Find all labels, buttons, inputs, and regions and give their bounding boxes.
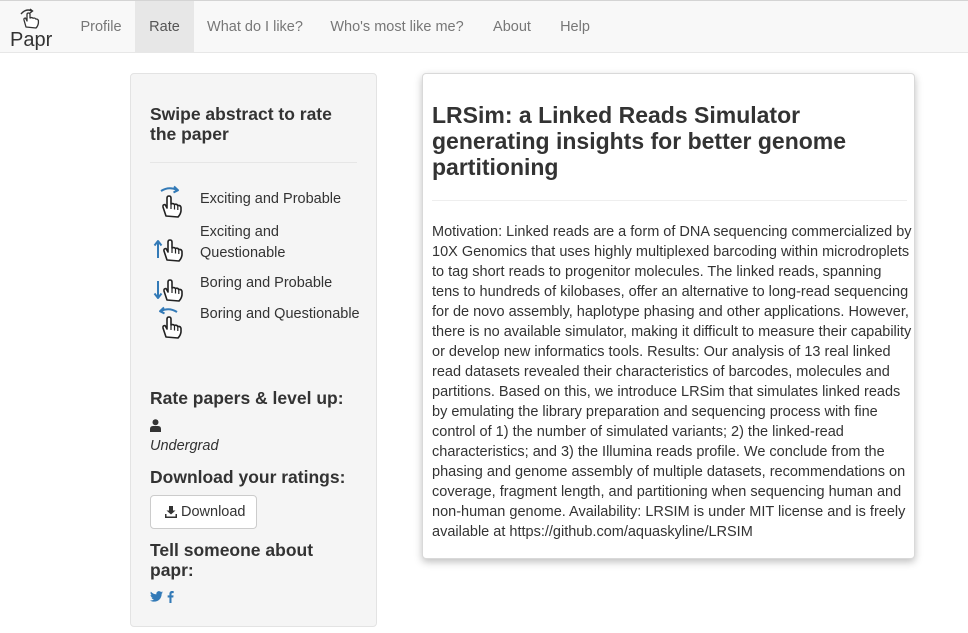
top-navbar: Papr Profile Rate What do I like? Who's …	[0, 0, 968, 53]
legend-boring-questionable: Boring and Questionable	[150, 304, 360, 346]
swipe-left-icon	[159, 306, 182, 339]
download-icon	[165, 506, 177, 518]
paper-title: LRSim: a Linked Reads Simulator generati…	[432, 102, 847, 180]
nav-help[interactable]: Help	[546, 1, 604, 53]
swipe-right-icon	[160, 185, 182, 218]
hand-swipe-icon	[20, 8, 40, 29]
legend-label: Exciting and Questionable	[200, 224, 286, 261]
legend-label: Boring and Probable	[200, 275, 333, 291]
download-heading: Download your ratings:	[150, 467, 346, 487]
sidebar-divider	[150, 162, 357, 163]
brand-name: Papr	[10, 29, 53, 51]
level-heading: Rate papers & level up:	[150, 388, 344, 408]
twitter-icon[interactable]	[150, 591, 163, 602]
rating-sidebar: Swipe abstract to rate the paper Excitin…	[130, 73, 377, 627]
paper-card[interactable]: LRSim: a Linked Reads Simulator generati…	[422, 73, 915, 559]
share-heading: Tell someone about papr:	[150, 540, 314, 580]
user-icon	[150, 419, 161, 432]
nav-rate[interactable]: Rate	[135, 1, 194, 53]
legend-exciting-probable: Exciting and Probable	[150, 185, 360, 219]
swipe-down-icon	[153, 279, 183, 302]
legend-label: Exciting and Probable	[200, 191, 342, 207]
nav-whos-most-like-me[interactable]: Who's most like me?	[316, 1, 478, 53]
nav-profile[interactable]: Profile	[66, 1, 136, 53]
paper-abstract: Motivation: Linked reads are a form of D…	[432, 224, 912, 540]
sidebar-title: Swipe abstract to rate the paper	[150, 104, 332, 144]
legend-exciting-questionable: Exciting and Questionable	[150, 222, 360, 264]
legend-label: Boring and Questionable	[200, 306, 360, 322]
brand-link[interactable]: Papr	[10, 7, 56, 51]
nav-what-do-i-like[interactable]: What do I like?	[194, 1, 316, 53]
legend-boring-probable: Boring and Probable	[150, 273, 360, 303]
swipe-up-icon	[153, 239, 183, 262]
download-label: Download	[181, 504, 246, 520]
paper-divider	[432, 200, 907, 201]
download-button[interactable]: Download	[150, 495, 257, 529]
user-level: Undergrad	[150, 438, 219, 454]
facebook-icon[interactable]	[167, 591, 174, 603]
nav-about[interactable]: About	[478, 1, 546, 53]
